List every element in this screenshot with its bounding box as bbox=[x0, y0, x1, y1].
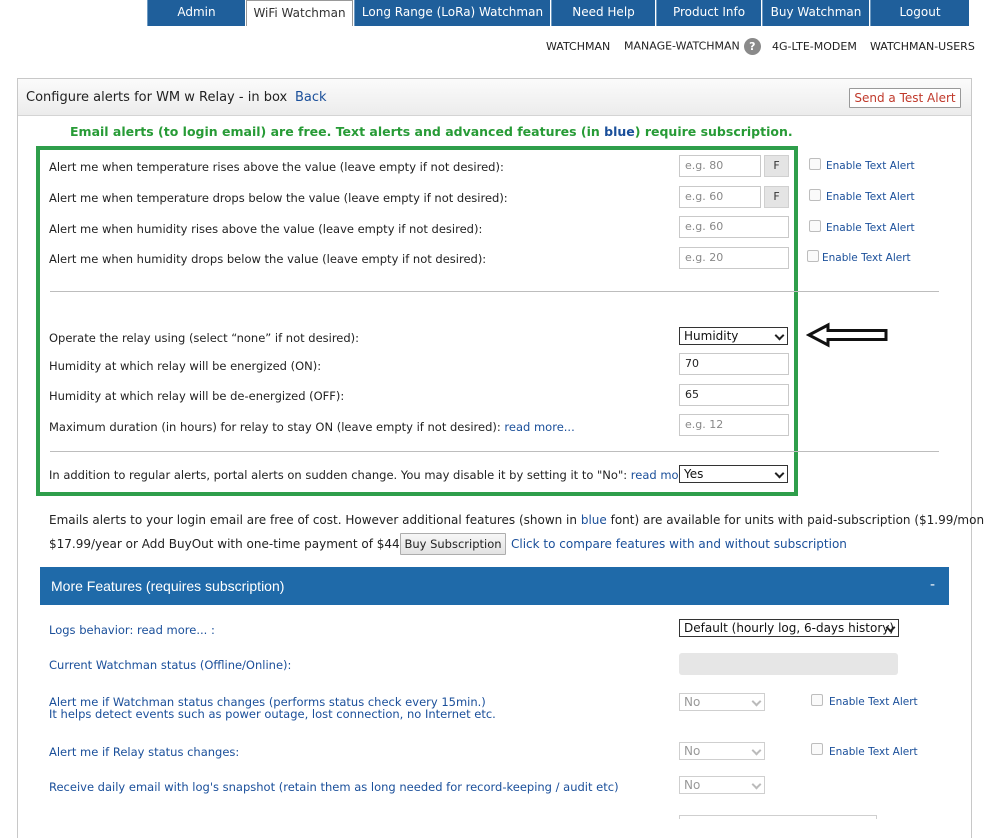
daily-email-select[interactable]: No bbox=[679, 776, 765, 794]
temp-rise-unit: F bbox=[764, 155, 789, 177]
send-test-alert-button[interactable]: Send a Test Alert bbox=[849, 88, 961, 108]
relay-status-change-value: No bbox=[684, 744, 701, 758]
chevron-down-icon bbox=[751, 745, 762, 756]
humidity-drop-label: Alert me when humidity drops below the v… bbox=[49, 252, 487, 266]
relay-status-change-label: Alert me if Relay status changes: bbox=[49, 745, 240, 759]
buy-subscription-button[interactable]: Buy Subscription bbox=[400, 533, 506, 555]
humidity-rise-label: Alert me when humidity rises above the v… bbox=[49, 222, 483, 236]
tab-product-info[interactable]: Product Info bbox=[656, 0, 761, 26]
daily-email-value: No bbox=[684, 778, 701, 792]
wm-status-change-value: No bbox=[684, 695, 701, 709]
tab-lora-watchman[interactable]: Long Range (LoRa) Watchman bbox=[354, 0, 550, 26]
tab-need-help[interactable]: Need Help bbox=[551, 0, 655, 26]
current-status-field bbox=[679, 653, 898, 675]
logs-behavior-label: Logs behavior: read more... : bbox=[49, 623, 215, 637]
wm-status-change-select[interactable]: No bbox=[679, 693, 765, 711]
temp-rise-input[interactable]: e.g. 80 bbox=[679, 155, 761, 177]
relay-max-duration-label: Maximum duration (in hours) for relay to… bbox=[49, 420, 575, 434]
sub-line1-blue: blue bbox=[580, 513, 607, 527]
humidity-drop-input[interactable]: e.g. 20 bbox=[679, 247, 789, 269]
wm-status-text-checkbox[interactable] bbox=[811, 694, 823, 706]
humidity-rise-text-label: Enable Text Alert bbox=[826, 222, 915, 234]
temp-drop-text-label: Enable Text Alert bbox=[826, 191, 915, 203]
subnav-watchman[interactable]: WATCHMAN bbox=[546, 40, 610, 53]
chevron-down-icon bbox=[751, 779, 762, 790]
relay-operate-select[interactable]: Humidity bbox=[679, 327, 788, 345]
arrow-left-icon bbox=[806, 322, 888, 348]
chevron-down-icon bbox=[774, 330, 785, 341]
relay-max-duration-input[interactable]: e.g. 12 bbox=[679, 414, 789, 436]
wm-status-text-label: Enable Text Alert bbox=[829, 696, 918, 708]
notice-text-blue: blue bbox=[604, 124, 635, 139]
logs-behavior-text: Logs behavior: bbox=[49, 623, 137, 637]
logs-read-more-link[interactable]: read more... bbox=[137, 623, 207, 637]
daily-email-label: Receive daily email with log's snapshot … bbox=[49, 780, 619, 794]
subnav-4g-lte-modem[interactable]: 4G-LTE-MODEM bbox=[772, 40, 857, 53]
relay-max-text: Maximum duration (in hours) for relay to… bbox=[49, 420, 501, 434]
humidity-rise-text-checkbox[interactable] bbox=[809, 220, 821, 232]
temp-rise-text-checkbox[interactable] bbox=[809, 158, 821, 170]
relay-operate-value: Humidity bbox=[684, 329, 739, 343]
temp-drop-unit: F bbox=[764, 186, 789, 208]
relay-read-more-link[interactable]: read more... bbox=[504, 420, 574, 434]
relay-on-label: Humidity at which relay will be energize… bbox=[49, 359, 322, 373]
chevron-down-icon bbox=[774, 468, 785, 479]
subnav-manage-watchman[interactable]: MANAGE-WATCHMAN? bbox=[624, 38, 761, 55]
humidity-rise-input[interactable]: e.g. 60 bbox=[679, 216, 789, 238]
divider bbox=[50, 291, 939, 292]
relay-status-text-checkbox[interactable] bbox=[811, 743, 823, 755]
compare-features-link[interactable]: Click to compare features with and witho… bbox=[511, 537, 847, 551]
wm-status-change-sub: It helps detect events such as power out… bbox=[49, 707, 496, 721]
help-icon[interactable]: ? bbox=[743, 38, 761, 55]
more-features-title: More Features (requires subscription) bbox=[51, 578, 285, 594]
divider bbox=[50, 451, 939, 452]
subscription-info-line2: $17.99/year or Add BuyOut with one-time … bbox=[49, 537, 428, 551]
relay-operate-label: Operate the relay using (select “none” i… bbox=[49, 331, 360, 345]
collapse-toggle[interactable]: - bbox=[930, 577, 935, 593]
temp-drop-label: Alert me when temperature drops below th… bbox=[49, 191, 508, 205]
page-title: Configure alerts for WM w Relay - in box bbox=[26, 90, 288, 105]
logs-behavior-value: Default (hourly log, 6-days history) bbox=[684, 621, 895, 635]
sudden-change-select[interactable]: Yes bbox=[679, 465, 788, 483]
relay-status-text-label: Enable Text Alert bbox=[829, 746, 918, 758]
more-features-header[interactable]: More Features (requires subscription) - bbox=[40, 567, 949, 605]
temp-rise-text-label: Enable Text Alert bbox=[826, 160, 915, 172]
subscription-info-line1: Emails alerts to your login email are fr… bbox=[49, 513, 984, 527]
tab-wifi-watchman[interactable]: WiFi Watchman bbox=[246, 0, 353, 26]
subscription-notice: Email alerts (to login email) are free. … bbox=[70, 124, 793, 139]
temp-drop-text-checkbox[interactable] bbox=[809, 189, 821, 201]
temp-drop-input[interactable]: e.g. 60 bbox=[679, 186, 761, 208]
relay-on-input[interactable]: 70 bbox=[679, 353, 789, 375]
tab-admin[interactable]: Admin bbox=[147, 0, 245, 26]
subnav-manage-label[interactable]: MANAGE-WATCHMAN bbox=[624, 40, 740, 53]
chevron-down-icon bbox=[751, 696, 762, 707]
notice-text-pre: Email alerts (to login email) are free. … bbox=[70, 124, 605, 139]
notice-text-post: ) require subscription. bbox=[634, 124, 793, 139]
sudden-change-value: Yes bbox=[684, 467, 704, 481]
relay-off-label: Humidity at which relay will be de-energ… bbox=[49, 389, 345, 403]
humidity-drop-text-label: Enable Text Alert bbox=[822, 252, 911, 264]
sudden-change-text: In addition to regular alerts, portal al… bbox=[49, 468, 628, 482]
top-nav-bar: Admin WiFi Watchman Long Range (LoRa) Wa… bbox=[0, 0, 984, 26]
sudden-change-label: In addition to regular alerts, portal al… bbox=[49, 468, 701, 482]
tab-logout[interactable]: Logout bbox=[870, 0, 969, 26]
current-status-label: Current Watchman status (Offline/Online)… bbox=[49, 658, 292, 672]
logs-behavior-select[interactable]: Default (hourly log, 6-days history) bbox=[679, 619, 899, 637]
sub-line1-post: font) are available for units with paid-… bbox=[606, 513, 984, 527]
sub-line1-pre: Emails alerts to your login email are fr… bbox=[49, 513, 581, 527]
logs-colon: : bbox=[207, 623, 215, 637]
humidity-drop-text-checkbox[interactable] bbox=[807, 250, 819, 262]
subnav-watchman-users[interactable]: WATCHMAN-USERS bbox=[870, 40, 975, 53]
temp-rise-label: Alert me when temperature rises above th… bbox=[49, 160, 504, 174]
relay-status-change-select[interactable]: No bbox=[679, 742, 765, 760]
relay-off-input[interactable]: 65 bbox=[679, 384, 789, 406]
next-field-partial bbox=[679, 815, 877, 819]
back-link[interactable]: Back bbox=[295, 90, 327, 105]
tab-buy-watchman[interactable]: Buy Watchman bbox=[762, 0, 869, 26]
